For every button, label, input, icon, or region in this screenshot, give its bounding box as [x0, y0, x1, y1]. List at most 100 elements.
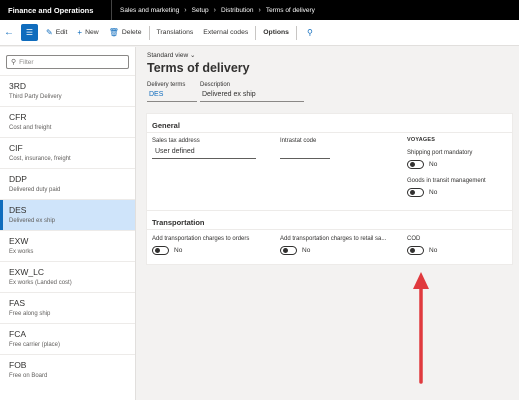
chevron-down-icon: ⌄	[190, 52, 196, 59]
sales-tax-address-field: Sales tax address User defined	[152, 138, 256, 159]
filter-input[interactable]: ⚲ Filter	[6, 55, 129, 69]
search-icon: ⚲	[11, 59, 17, 66]
search-icon[interactable]: ⚲	[299, 28, 321, 37]
annotation-arrow-icon	[413, 272, 429, 384]
record-list-pane: ⚲ Filter 3RD Third Party Delivery CFR Cost …	[0, 47, 136, 400]
goods-in-transit-value: No	[429, 189, 438, 196]
back-arrow-icon: ←	[4, 27, 14, 38]
goods-in-transit-toggle[interactable]	[407, 188, 424, 197]
list-item-code: 3RD	[9, 81, 27, 91]
list-item-code: FOB	[9, 360, 27, 370]
description-label: Description	[200, 82, 231, 88]
list-item-exw[interactable]: EXW Ex works	[0, 230, 135, 261]
general-section-header[interactable]: General	[147, 114, 512, 133]
toolbar-divider	[148, 25, 150, 40]
detail-pane: Standard view ⌄ Terms of delivery Delive…	[142, 47, 519, 400]
delete-button[interactable]: 🗑 Delete	[104, 20, 147, 46]
delete-label: Delete	[121, 29, 142, 36]
list-item-code: FAS	[9, 298, 26, 308]
options-tab[interactable]: Options	[258, 20, 294, 46]
add-charges-retail-toggle[interactable]	[280, 246, 297, 255]
list-item-description: Delivered duty paid	[9, 187, 61, 193]
list-item-description: Free carrier (place)	[9, 342, 61, 348]
page-title: Terms of delivery	[147, 61, 250, 75]
edit-label: Edit	[55, 29, 68, 36]
add-charges-retail-label: Add transportation charges to retail sa.…	[280, 236, 387, 242]
add-charges-retail-field: Add transportation charges to retail sa.…	[280, 236, 386, 255]
list-item-code: EXW_LC	[9, 267, 44, 277]
filter-placeholder: Filter	[19, 58, 34, 66]
view-selector[interactable]: Standard view ⌄	[147, 51, 195, 59]
list-item-ddp[interactable]: DDP Delivered duty paid	[0, 168, 135, 199]
goods-in-transit-field: Goods in transit management No	[407, 178, 486, 197]
list-item-code: DDP	[9, 174, 27, 184]
list-item-description: Ex works	[9, 249, 34, 255]
list-item-description: Cost and freight	[9, 125, 52, 131]
list-view-button[interactable]: ☰	[21, 24, 38, 41]
external-codes-button[interactable]: External codes	[198, 20, 253, 46]
list-item-exw-lc[interactable]: EXW_LC Ex works (Landed cost)	[0, 261, 135, 292]
add-charges-orders-field: Add transportation charges to orders No	[152, 236, 249, 255]
record-list: 3RD Third Party Delivery CFR Cost and freig…	[0, 75, 135, 385]
app-title[interactable]: Finance and Operations	[0, 0, 112, 20]
description-input[interactable]: Delivered ex ship	[200, 91, 304, 102]
list-item-fca[interactable]: FCA Free carrier (place)	[0, 323, 135, 354]
intrastat-code-label: Intrastat code	[280, 138, 317, 144]
list-icon: ☰	[25, 28, 34, 37]
list-item-description: Free on Board	[9, 373, 48, 379]
toolbar-divider	[295, 25, 297, 40]
cod-label: COD	[407, 236, 421, 242]
breadcrumb-item-sales-marketing[interactable]: Sales and marketing	[120, 7, 179, 14]
new-label: New	[85, 29, 99, 36]
list-item-code: CFR	[9, 112, 27, 122]
delivery-terms-value[interactable]: DES	[147, 91, 197, 102]
delivery-terms-label: Delivery terms	[147, 82, 186, 88]
list-item-des[interactable]: DES Delivered ex ship	[0, 199, 135, 230]
plus-icon: +	[77, 28, 83, 37]
description-field: Description Delivered ex ship	[200, 82, 304, 102]
breadcrumb: Sales and marketing › Setup › Distributi…	[112, 7, 315, 14]
list-item-code: FCA	[9, 329, 26, 339]
list-item-description: Delivered ex ship	[9, 218, 56, 224]
translations-button[interactable]: Translations	[152, 20, 199, 46]
list-item-code: EXW	[9, 236, 29, 246]
cod-value: No	[429, 247, 438, 254]
list-item-cfr[interactable]: CFR Cost and freight	[0, 106, 135, 137]
pencil-icon: ✎	[46, 28, 53, 37]
transportation-section: Transportation Add transportation charge…	[146, 210, 513, 265]
cod-field: COD No	[407, 236, 437, 255]
voyages-group: VOYAGES	[407, 137, 435, 143]
toolbar-divider	[255, 25, 257, 40]
add-charges-orders-toggle[interactable]	[152, 246, 169, 255]
shipping-port-mandatory-value: No	[429, 161, 438, 168]
list-item-cif[interactable]: CIF Cost, insurance, freight	[0, 137, 135, 168]
chevron-right-icon: ›	[184, 6, 187, 14]
list-item-description: Ex works (Landed cost)	[9, 280, 72, 286]
new-button[interactable]: + New	[72, 20, 103, 46]
edit-button[interactable]: ✎ Edit	[41, 20, 72, 46]
back-button[interactable]: ←	[0, 20, 18, 46]
breadcrumb-item-setup[interactable]: Setup	[192, 7, 209, 14]
sales-tax-address-label: Sales tax address	[152, 138, 200, 144]
shipping-port-mandatory-toggle[interactable]	[407, 160, 424, 169]
list-item-fas[interactable]: FAS Free along ship	[0, 292, 135, 323]
transportation-section-header[interactable]: Transportation	[147, 211, 512, 230]
add-charges-orders-label: Add transportation charges to orders	[152, 236, 250, 242]
breadcrumb-item-terms-of-delivery[interactable]: Terms of delivery	[266, 7, 315, 14]
list-item-description: Cost, insurance, freight	[9, 156, 71, 162]
top-navigation-bar: Finance and Operations Sales and marketi…	[0, 0, 519, 20]
shipping-port-mandatory-field: Shipping port mandatory No	[407, 150, 472, 169]
list-item-description: Free along ship	[9, 311, 51, 317]
list-item-fob[interactable]: FOB Free on Board	[0, 354, 135, 385]
trash-icon: 🗑	[108, 28, 119, 37]
voyages-group-title: VOYAGES	[407, 137, 436, 143]
chevron-right-icon: ›	[213, 6, 216, 14]
sales-tax-address-input[interactable]: User defined	[152, 148, 256, 159]
list-item-3rd[interactable]: 3RD Third Party Delivery	[0, 75, 135, 106]
list-item-code: DES	[9, 205, 27, 215]
breadcrumb-item-distribution[interactable]: Distribution	[221, 7, 254, 14]
intrastat-code-input[interactable]	[280, 148, 330, 159]
intrastat-code-field: Intrastat code	[280, 138, 330, 159]
cod-toggle[interactable]	[407, 246, 424, 255]
chevron-right-icon: ›	[258, 6, 261, 14]
